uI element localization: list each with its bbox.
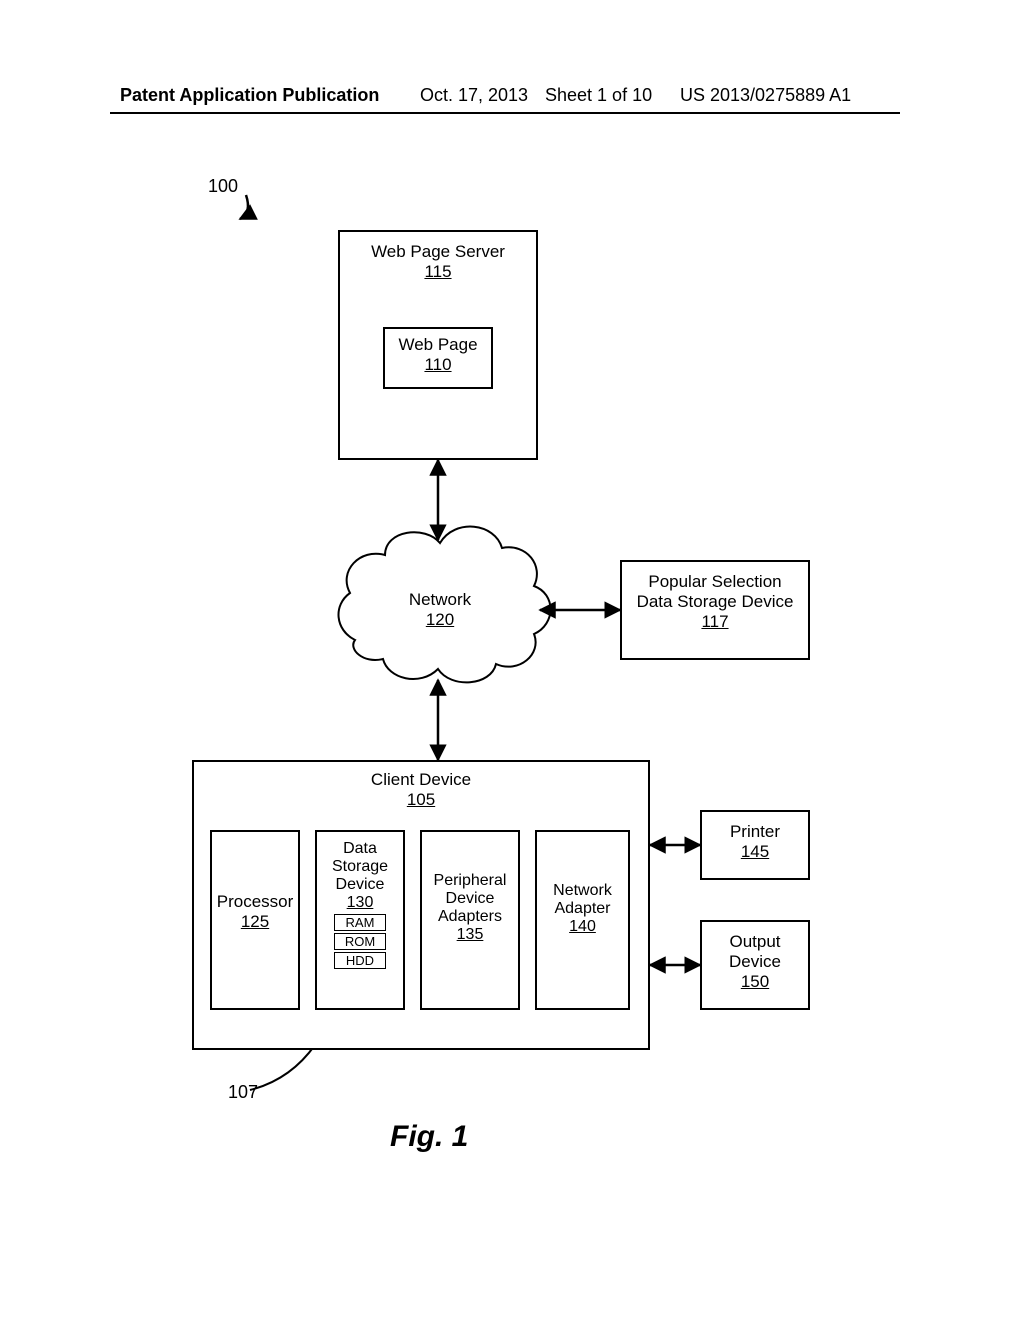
web-page-ref: 110 (385, 355, 491, 375)
web-page-server-ref: 115 (340, 262, 536, 282)
processor-box: Processor 125 (210, 830, 300, 1010)
output-device-box: Output Device 150 (700, 920, 810, 1010)
pda-line3: Adapters (422, 908, 518, 926)
network-ref: 120 (385, 610, 495, 630)
client-device-title: Client Device (194, 770, 648, 790)
hdd-chip: HDD (334, 952, 386, 969)
printer-title: Printer (702, 822, 808, 842)
pda-line1: Peripheral (422, 872, 518, 890)
network-adapter-box: Network Adapter 140 (535, 830, 630, 1010)
ref-107: 107 (228, 1082, 258, 1103)
na-line1: Network (537, 882, 628, 900)
na-line2: Adapter (537, 900, 628, 918)
figure-caption: Fig. 1 (390, 1120, 468, 1154)
dsd-line1: Data (317, 840, 403, 858)
printer-box: Printer 145 (700, 810, 810, 880)
web-page-title: Web Page (385, 335, 491, 355)
printer-ref: 145 (702, 842, 808, 862)
pda-line2: Device (422, 890, 518, 908)
peripheral-device-adapters-box: Peripheral Device Adapters 135 (420, 830, 520, 1010)
popular-selection-line2: Data Storage Device (622, 592, 808, 612)
ref-100: 100 (208, 176, 238, 197)
pda-ref: 135 (422, 926, 518, 944)
network-label-block: Network 120 (385, 590, 495, 630)
dsd-ref: 130 (317, 894, 403, 912)
web-page-server-box: Web Page Server 115 Web Page 110 (338, 230, 538, 460)
processor-ref: 125 (212, 912, 298, 932)
processor-title: Processor (212, 892, 298, 912)
web-page-server-title: Web Page Server (340, 242, 536, 262)
page: Patent Application Publication Oct. 17, … (0, 0, 1024, 1320)
popular-selection-ref: 117 (622, 612, 808, 632)
output-ref: 150 (702, 972, 808, 992)
network-title: Network (385, 590, 495, 610)
web-page-box: Web Page 110 (383, 327, 493, 389)
ram-chip: RAM (334, 914, 386, 931)
na-ref: 140 (537, 918, 628, 936)
popular-selection-storage-box: Popular Selection Data Storage Device 11… (620, 560, 810, 660)
dsd-line2: Storage (317, 858, 403, 876)
client-device-ref: 105 (194, 790, 648, 810)
popular-selection-line1: Popular Selection (622, 572, 808, 592)
dsd-line3: Device (317, 876, 403, 894)
output-line2: Device (702, 952, 808, 972)
diagram-svg (0, 0, 1024, 1320)
rom-chip: ROM (334, 933, 386, 950)
data-storage-device-box: Data Storage Device 130 RAM ROM HDD (315, 830, 405, 1010)
output-line1: Output (702, 932, 808, 952)
